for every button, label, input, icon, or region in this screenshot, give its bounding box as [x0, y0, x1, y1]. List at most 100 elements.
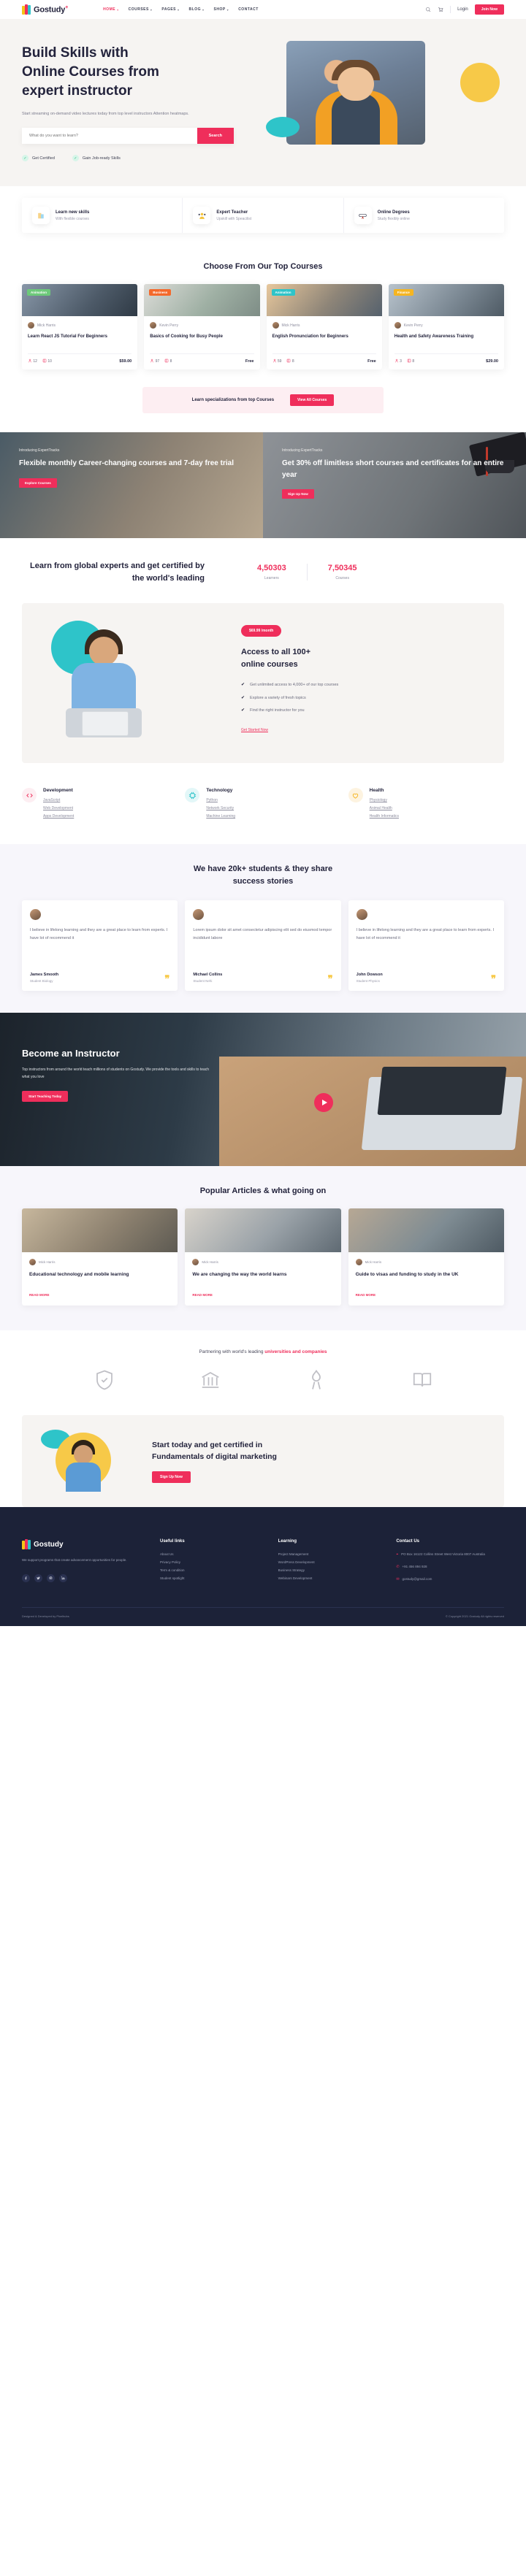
- logo[interactable]: Gostudy+: [22, 4, 68, 15]
- footer-social: [22, 1573, 150, 1582]
- footer-logo[interactable]: Gostudy: [22, 1539, 150, 1550]
- articles-heading: Popular Articles & what going on: [199, 1187, 327, 1196]
- avatar: [193, 909, 205, 921]
- start-teaching-button[interactable]: Start Teaching Today: [22, 1091, 69, 1103]
- check-icon: ✔: [241, 695, 245, 700]
- sign-up-now-button[interactable]: Sign Up Now: [282, 489, 314, 499]
- hero-search: Search: [22, 128, 234, 145]
- book-icon: [407, 359, 411, 363]
- stat-number: 4,50303: [257, 564, 286, 573]
- cta-sign-up-button[interactable]: Sign Up Now: [152, 1471, 191, 1484]
- feature-card-learn-new-skills[interactable]: Learn new skills With flexible courses: [22, 198, 183, 234]
- nav-item-home[interactable]: HOME ▾: [103, 7, 119, 12]
- chevron-down-icon: ▾: [178, 7, 180, 12]
- banner-kicker: Introducing ExpertTracks: [19, 448, 60, 453]
- footer-email[interactable]: ✉ gostudy@gmail.com: [396, 1576, 504, 1584]
- stats-section: Learn from global experts and get certif…: [0, 538, 526, 604]
- footer-link[interactable]: Privacy Policy: [160, 1559, 268, 1567]
- article-card[interactable]: Mick Harris Educational technology and m…: [22, 1208, 178, 1306]
- quote-icon: ❞: [490, 973, 496, 985]
- course-title: Learn React JS Tutorial For Beginners: [28, 334, 107, 340]
- explore-courses-button[interactable]: Explore Courses: [19, 478, 57, 488]
- search-icon[interactable]: [425, 7, 431, 12]
- course-students: 59: [272, 359, 281, 364]
- join-now-button[interactable]: Join Now: [474, 4, 504, 15]
- read-more-link[interactable]: READ MORE: [356, 1293, 497, 1297]
- footer-phone[interactable]: ✆ +91 456 894 928: [396, 1563, 504, 1571]
- footer-link[interactable]: Term & condition: [160, 1567, 268, 1575]
- category-technology: Technology Python Network Security Machi…: [185, 788, 340, 822]
- search-button[interactable]: Search: [197, 128, 234, 145]
- testimonial-text: Lorem ipsum dolor sit amet consectetur a…: [193, 928, 332, 941]
- course-author-name: Mick Harris: [281, 323, 300, 328]
- category-link[interactable]: Health Informatics: [370, 814, 399, 819]
- phone-icon: ✆: [396, 1565, 400, 1570]
- footer-link[interactable]: About Us: [160, 1551, 268, 1559]
- footer-link[interactable]: Project Management: [278, 1551, 386, 1559]
- main-nav: HOME ▾ COURSES ▾ PAGES ▾ BLOG ▾ SHOP ▾ CONTAC…: [103, 7, 259, 12]
- hero-badge-certified: ✓ Get Certified: [22, 155, 55, 162]
- footer-logo-text: Gostudy: [34, 1540, 64, 1549]
- benefit-item: ✔ Find the right instructor for you: [241, 707, 485, 715]
- course-lessons: 8: [286, 359, 294, 364]
- nav-item-blog[interactable]: BLOG ▾: [189, 7, 205, 12]
- category-link[interactable]: Network Security: [206, 806, 235, 810]
- category-link[interactable]: JavaScript: [43, 798, 74, 802]
- quote-icon: ❞: [327, 973, 333, 985]
- footer-address: ⌖ PO Box 16122 Collins Street West Victor…: [396, 1551, 504, 1559]
- torch-logo-icon: [305, 1369, 327, 1395]
- category-link[interactable]: Apps Development: [43, 814, 74, 819]
- partners-section: Partnering with world's leading universi…: [0, 1330, 526, 1411]
- twitter-icon[interactable]: [34, 1573, 42, 1582]
- logo-mark-icon: [22, 4, 31, 15]
- nav-item-courses[interactable]: COURSES ▾: [129, 7, 153, 12]
- facebook-icon[interactable]: [22, 1573, 30, 1582]
- login-link[interactable]: Login: [457, 7, 468, 12]
- read-more-link[interactable]: READ MORE: [29, 1293, 170, 1297]
- page-root: Gostudy+ HOME ▾ COURSES ▾ PAGES ▾ BLOG ▾ SHO…: [0, 0, 526, 1627]
- nav-item-shop[interactable]: SHOP ▾: [214, 7, 229, 12]
- course-card[interactable]: Animation Mick Harris English Pronunciat…: [266, 284, 382, 370]
- category-link[interactable]: Web Development: [43, 806, 74, 810]
- get-started-link[interactable]: Get Started Now: [241, 728, 268, 732]
- read-more-link[interactable]: READ MORE: [192, 1293, 333, 1297]
- footer-link[interactable]: WordPress Development: [278, 1559, 386, 1567]
- article-author: Mick Harris: [192, 1259, 333, 1266]
- book-icon: [287, 359, 291, 363]
- course-card[interactable]: Finance Kevin Perry Health and Safety Aw…: [388, 284, 504, 370]
- course-thumbnail: Business: [144, 284, 260, 317]
- view-all-courses-button[interactable]: View All Courses: [290, 394, 335, 407]
- instagram-icon[interactable]: [47, 1573, 55, 1582]
- category-link[interactable]: Animal Health: [370, 806, 399, 810]
- course-card[interactable]: Business Kevin Perry Basics of Cooking f…: [144, 284, 260, 370]
- search-input[interactable]: [22, 128, 197, 145]
- category-link[interactable]: Physiology: [370, 798, 399, 802]
- benefit-item: ✔ Explore a variety of fresh topics: [241, 694, 485, 702]
- article-title: Educational technology and mobile learni…: [29, 1272, 129, 1278]
- chip-icon: [185, 788, 200, 803]
- footer-link[interactable]: Business Strategy: [278, 1567, 386, 1575]
- feature-card-expert-teacher[interactable]: Expert Teacher Upskill with Speacilist: [183, 198, 344, 234]
- category-development: Development JavaScript Web Development A…: [22, 788, 178, 822]
- article-card[interactable]: Mick Harris We are changing the way the …: [185, 1208, 341, 1306]
- course-author-name: Kevin Perry: [403, 323, 423, 328]
- check-icon: ✔: [241, 708, 245, 713]
- article-card[interactable]: Mick Harris Guide to visas and funding t…: [348, 1208, 504, 1306]
- final-cta-section: Start today and get certified in Fundame…: [0, 1411, 526, 1508]
- benefit-item: ✔ Get unlimited access to 4,000+ of our t…: [241, 681, 485, 689]
- category-link[interactable]: Machine Learning: [206, 814, 235, 819]
- linkedin-icon[interactable]: [59, 1573, 67, 1582]
- user-icon: [150, 359, 154, 363]
- cart-icon[interactable]: [438, 7, 443, 12]
- nav-item-pages[interactable]: PAGES ▾: [161, 7, 179, 12]
- feature-card-online-degrees[interactable]: Online Degrees Study flexibly online: [344, 198, 504, 233]
- course-card[interactable]: Animation Mick Harris Learn React JS Tut…: [22, 284, 138, 370]
- chevron-down-icon: ▾: [117, 7, 119, 12]
- nav-item-contact[interactable]: CONTACT: [238, 7, 259, 12]
- course-price: Free: [367, 359, 376, 364]
- footer-link[interactable]: Webinars Development: [278, 1575, 386, 1583]
- category-link[interactable]: Python: [206, 798, 235, 802]
- footer-link[interactable]: Student spotlight: [160, 1575, 268, 1583]
- logo-text: Gostudy+: [34, 4, 69, 15]
- footer-column-contact: Contact Us ⌖ PO Box 16122 Collins Street …: [396, 1539, 504, 1588]
